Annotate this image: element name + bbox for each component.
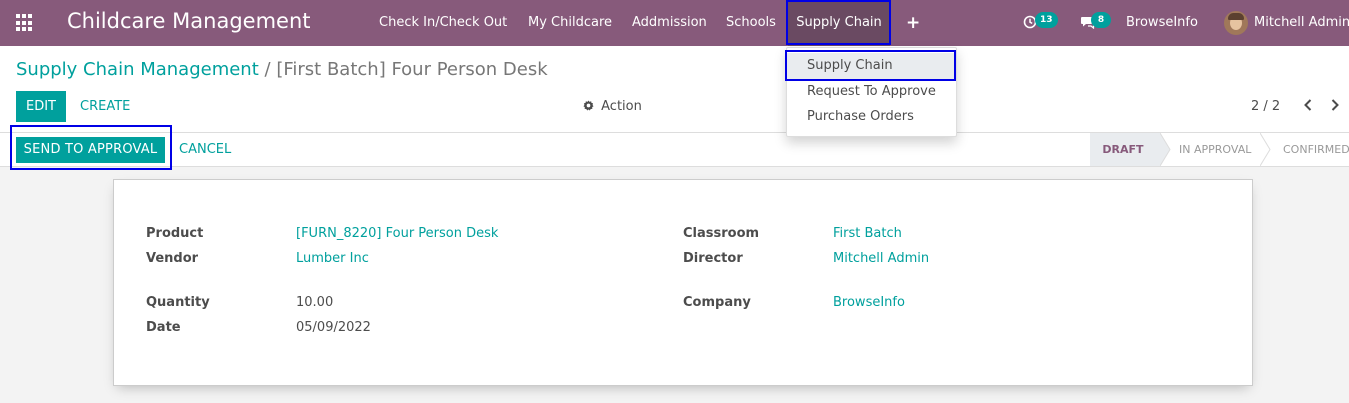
dropdown-item-request-to-approve[interactable]: Request To Approve: [787, 79, 956, 105]
edit-button[interactable]: EDIT: [16, 91, 66, 122]
date-value: 05/09/2022: [296, 320, 371, 335]
menu-my-childcare[interactable]: My Childcare: [528, 0, 612, 46]
form-sheet: Product [FURN_8220] Four Person Desk Ven…: [113, 179, 1253, 386]
company-value[interactable]: BrowseInfo: [833, 295, 905, 310]
activity-count-badge: 13: [1035, 12, 1058, 28]
breadcrumb-separator: /: [264, 59, 271, 80]
status-row: SEND TO APPROVAL CANCEL DRAFT IN APPROVA…: [0, 133, 1349, 167]
send-to-approval-button[interactable]: SEND TO APPROVAL: [16, 137, 165, 163]
vendor-value[interactable]: Lumber Inc: [296, 251, 369, 266]
top-navbar: Childcare Management Check In/Check Out …: [0, 0, 1349, 46]
control-panel: Supply Chain Management / [First Batch] …: [0, 46, 1349, 133]
pager-value[interactable]: 2 / 2: [1251, 91, 1280, 122]
stage-draft[interactable]: DRAFT: [1090, 133, 1160, 166]
avatar[interactable]: [1224, 11, 1248, 35]
dropdown-item-supply-chain[interactable]: Supply Chain: [787, 53, 956, 79]
apps-grid-icon[interactable]: [16, 14, 34, 32]
dropdown-item-purchase-orders[interactable]: Purchase Orders: [787, 104, 956, 130]
stage-in-approval[interactable]: IN APPROVAL: [1179, 133, 1251, 166]
stage-confirmed[interactable]: CONFIRMED: [1283, 133, 1349, 166]
menu-supply-chain[interactable]: Supply Chain: [788, 0, 890, 46]
breadcrumb-current: [First Batch] Four Person Desk: [276, 59, 548, 80]
status-stages: DRAFT IN APPROVAL CONFIRMED: [1090, 133, 1349, 166]
chevron-left-icon[interactable]: [1299, 91, 1317, 122]
menu-schools[interactable]: Schools: [726, 0, 776, 46]
product-value[interactable]: [FURN_8220] Four Person Desk: [296, 226, 498, 241]
date-label: Date: [146, 320, 181, 335]
menu-check-in-out[interactable]: Check In/Check Out: [379, 0, 507, 46]
action-menu[interactable]: Action: [583, 91, 642, 122]
gear-icon: [583, 99, 598, 114]
action-label: Action: [601, 99, 642, 114]
create-button[interactable]: CREATE: [80, 91, 130, 122]
director-label: Director: [683, 251, 743, 266]
company-switcher[interactable]: BrowseInfo: [1126, 0, 1198, 46]
product-label: Product: [146, 226, 204, 241]
vendor-label: Vendor: [146, 251, 199, 266]
app-title[interactable]: Childcare Management: [67, 9, 311, 33]
breadcrumb-parent[interactable]: Supply Chain Management: [16, 59, 259, 80]
stage-arrow: [1160, 133, 1171, 166]
cancel-button[interactable]: CANCEL: [179, 137, 231, 163]
menu-admission[interactable]: Addmission: [632, 0, 707, 46]
breadcrumb: Supply Chain Management / [First Batch] …: [16, 59, 548, 80]
chevron-right-icon[interactable]: [1326, 91, 1344, 122]
quantity-label: Quantity: [146, 295, 210, 310]
plus-icon[interactable]: +: [906, 0, 920, 46]
company-label: Company: [683, 295, 751, 310]
stage-arrow: [1260, 133, 1271, 166]
message-count-badge: 8: [1091, 12, 1111, 28]
user-menu[interactable]: Mitchell Admin: [1254, 0, 1349, 46]
classroom-label: Classroom: [683, 226, 760, 241]
quantity-value: 10.00: [296, 295, 334, 310]
supply-chain-dropdown: Supply Chain Request To Approve Purchase…: [786, 47, 957, 137]
director-value[interactable]: Mitchell Admin: [833, 251, 929, 266]
classroom-value[interactable]: First Batch: [833, 226, 902, 241]
